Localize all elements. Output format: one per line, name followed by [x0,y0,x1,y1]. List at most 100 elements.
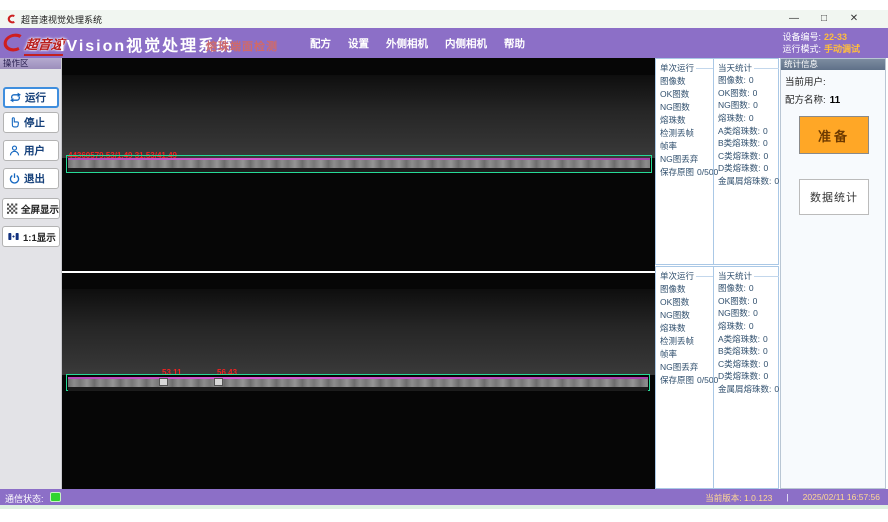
stat-row: 帧率 [660,139,713,152]
today-stats-column: 当天统计 图像数:0 OK图数:0 NG图数:0 熔珠数:0 A类熔珠数:0 B… [713,267,779,488]
main-area: 操作区 运行 停止 [0,58,888,489]
close-button[interactable]: ✕ [848,10,860,28]
version-info: 当前版本: 1.0.123 | 2025/02/11 16:57:56 [705,492,880,504]
exit-button-label: 退出 [24,171,45,186]
exit-button[interactable]: 退出 [3,168,59,189]
weld-strip-bottom [68,379,648,387]
fullscreen-button[interactable]: 全屏显示 [2,198,60,219]
run-button[interactable]: 运行 [3,87,59,108]
maximize-button[interactable]: □ [818,10,830,28]
current-user-row: 当前用户: [785,74,885,88]
status-bar: 通信状态: 当前版本: 1.0.123 | 2025/02/11 16:57:5… [0,489,888,505]
version-label: 当前版本: [705,493,741,503]
single-run-header: 单次运行 [660,270,694,282]
recipe-name-value: 11 [830,95,841,106]
stat-row: A类熔珠数:0 [718,124,779,137]
camera-viewport-bottom: 53.11 56.43 [62,273,655,489]
single-run-header: 单次运行 [660,62,694,74]
stat-row: 图像数:0 [718,282,779,295]
stat-row: A类熔珠数:0 [718,332,779,345]
hand-icon [8,116,21,129]
run-button-label: 运行 [25,90,46,105]
stop-button-label: 停止 [24,115,45,130]
app-header: 超音速 IVision视觉处理系统 熔珠端面检测 配方 设置 外侧相机 内侧相机… [0,28,888,58]
single-run-column: 单次运行 图像数 OK图数 NG图数 熔珠数 检测丢帧 帧率 NG图丢弃 保存原… [656,267,713,488]
desktop-strip [0,505,888,509]
stat-row: B类熔珠数:0 [718,137,779,150]
stat-row: NG图丢弃 [660,360,713,373]
fullscreen-button-label: 全屏显示 [21,202,59,216]
window-title: 超音速视觉处理系统 [21,13,102,26]
stat-row: D类熔珠数:0 [718,370,779,383]
stat-row: 金属屑熔珠数:0 [718,383,779,396]
recipe-name-row: 配方名称:11 [785,92,885,106]
menu-inner-camera[interactable]: 内侧相机 [445,36,487,51]
one-to-one-icon [7,230,20,243]
dither-grid-icon [7,203,18,215]
one-to-one-button[interactable]: 1:1显示 [2,226,60,247]
stat-row: NG图数 [660,308,713,321]
weld-strip-top [68,160,650,168]
menu-settings[interactable]: 设置 [348,36,369,51]
camera-image-bottom [62,289,655,375]
app-subtitle: 熔珠端面检测 [206,38,278,54]
prepare-button[interactable]: 准备 [799,116,869,154]
stat-row: 图像数 [660,74,713,87]
defect-marker-1 [159,378,168,386]
stat-row: NG图数:0 [718,99,779,112]
camera-viewport-top: 44360579.53/1.49 31.53/41.49 [62,58,655,271]
menu-recipe[interactable]: 配方 [310,36,331,51]
detection-box-bottom [66,374,650,391]
stop-button[interactable]: 停止 [3,112,59,133]
device-id-label: 设备编号: [782,32,821,42]
stat-row: OK图数:0 [718,295,779,308]
today-stats-header: 当天统计 [718,270,752,282]
detection-box-top [66,155,652,173]
comm-status-label: 通信状态: [5,492,44,505]
statistics-info-panel: 统计信息 当前用户: 配方名称:11 准备 数据统计 [780,58,886,489]
menu-outer-camera[interactable]: 外侧相机 [386,36,428,51]
stat-row: NG图数:0 [718,307,779,320]
stat-row: 熔珠数:0 [718,320,779,333]
user-button[interactable]: 用户 [3,140,59,161]
stat-row: OK图数 [660,87,713,100]
sidebar-header: 操作区 [0,58,61,69]
one-to-one-button-label: 1:1显示 [23,230,56,244]
stat-row: 保存原图0/500 [660,165,713,178]
operation-sidebar: 操作区 运行 停止 [0,58,62,489]
single-run-column: 单次运行 图像数 OK图数 NG图数 熔珠数 检测丢帧 帧率 NG图丢弃 保存原… [656,59,713,264]
stat-row: 保存原图0/500 [660,373,713,386]
stat-row: OK图数:0 [718,87,779,100]
user-button-label: 用户 [24,143,45,158]
stat-row: 熔珠数:0 [718,112,779,125]
data-statistics-button[interactable]: 数据统计 [799,179,869,215]
today-stats-column: 当天统计 图像数:0 OK图数:0 NG图数:0 熔珠数:0 A类熔珠数:0 B… [713,59,779,264]
stat-row: NG图数 [660,100,713,113]
stat-row: 熔珠数 [660,113,713,126]
stat-row: 检测丢帧 [660,334,713,347]
device-info: 设备编号:22-33 运行模式:手动调试 [782,31,860,55]
stat-row: 检测丢帧 [660,126,713,139]
app-logo-icon [6,14,16,24]
stat-row: 图像数 [660,282,713,295]
stat-row: 图像数:0 [718,74,779,87]
minimize-button[interactable]: — [788,10,800,28]
stats-panel-top: 单次运行 图像数 OK图数 NG图数 熔珠数 检测丢帧 帧率 NG图丢弃 保存原… [655,58,779,265]
brand-logo-text: 超音速 [24,34,65,56]
power-icon [8,172,21,185]
stat-row: C类熔珠数:0 [718,358,779,371]
brand-swoosh-icon [2,32,24,54]
stat-row: D类熔珠数:0 [718,162,779,175]
cycle-icon [9,91,22,104]
stat-row: NG图丢弃 [660,152,713,165]
info-panel-header: 统计信息 [781,59,885,70]
separator: | [786,492,788,504]
stat-row: 熔珠数 [660,321,713,334]
datetime-value: 2025/02/11 16:57:56 [803,492,880,504]
stat-row: 金属屑熔珠数:0 [718,175,779,188]
menu-help[interactable]: 帮助 [504,36,525,51]
stat-row: B类熔珠数:0 [718,345,779,358]
version-value: 1.0.123 [744,493,772,503]
menu-bar: 配方 设置 外侧相机 内侧相机 帮助 [310,28,525,58]
camera-image-top [62,75,655,158]
